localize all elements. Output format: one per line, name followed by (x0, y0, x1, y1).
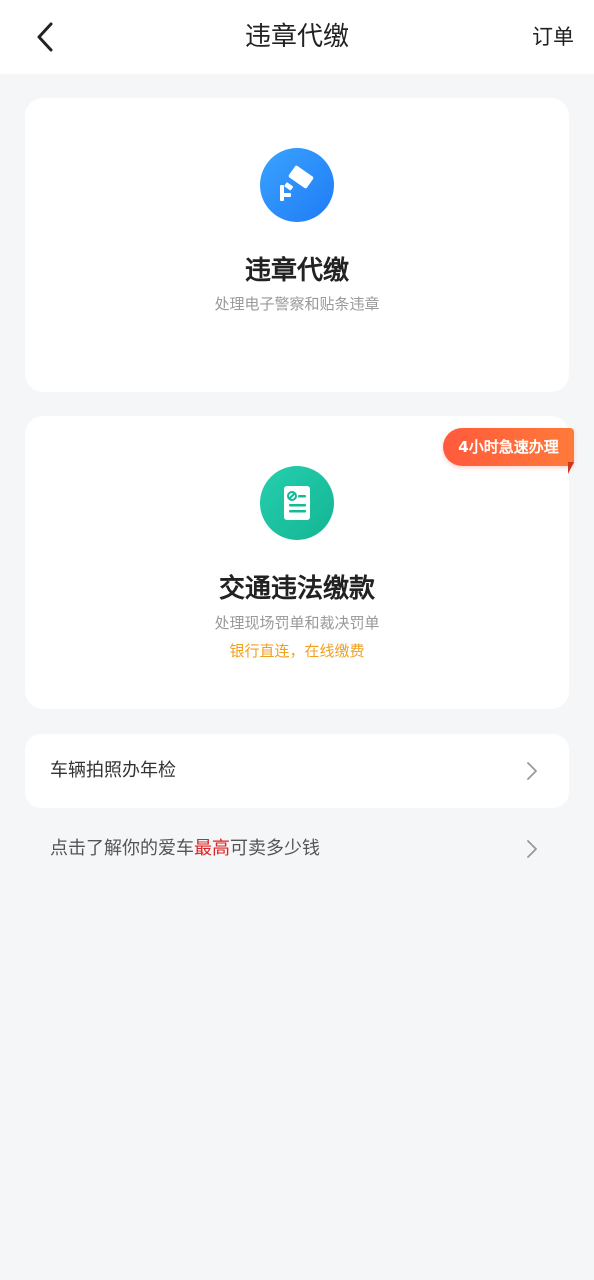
bank-direct-note: 银行直连，在线缴费 (229, 642, 365, 660)
valuation-text-highlight: 最高 (194, 838, 230, 859)
valuation-text: 点击了解你的爱车最高可卖多少钱 (50, 812, 320, 886)
badge-ribbon-fold (568, 462, 574, 474)
valuation-text-before: 点击了解你的爱车 (50, 838, 194, 859)
row-label: 车辆拍照办年检 (50, 760, 176, 781)
chevron-right-icon (527, 840, 537, 858)
surveillance-camera-icon (260, 148, 334, 222)
chevron-left-icon (37, 22, 53, 52)
top-nav-bar: 违章代缴 订单 (0, 0, 594, 74)
back-button[interactable] (28, 20, 62, 54)
chevron-right-icon (527, 762, 537, 780)
annual-inspection-row[interactable]: 车辆拍照办年检 (25, 734, 569, 808)
valuation-text-after: 可卖多少钱 (230, 838, 320, 859)
card-subtitle: 处理电子警察和贴条违章 (214, 295, 380, 313)
document-ticket-icon (260, 466, 334, 540)
orders-link[interactable]: 订单 (532, 0, 574, 74)
page-title: 违章代缴 (244, 22, 349, 52)
card-title: 违章代缴 (244, 256, 349, 286)
card-subtitle: 处理现场罚单和裁决罚单 (214, 614, 380, 632)
violation-payment-card[interactable]: 违章代缴 处理电子警察和贴条违章 (25, 98, 569, 392)
card-title: 交通违法缴款 (218, 574, 375, 604)
express-badge: 4小时急速办理 (443, 428, 574, 466)
car-valuation-link[interactable]: 点击了解你的爱车最高可卖多少钱 (25, 812, 569, 886)
